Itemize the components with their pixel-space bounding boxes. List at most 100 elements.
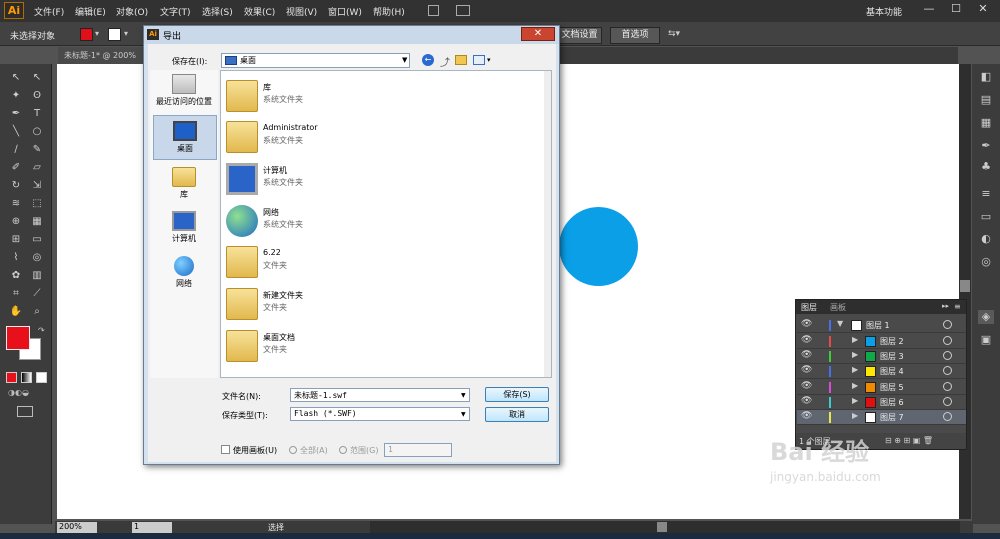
panel-collapse-icon[interactable]: ▸▸ xyxy=(942,302,949,310)
expand-triangle-icon[interactable]: ▼ xyxy=(837,319,843,328)
menu-file[interactable]: 文件(F) xyxy=(34,5,64,18)
symbols-icon[interactable]: ♣ xyxy=(978,160,994,174)
type-tool-icon[interactable]: T xyxy=(29,106,45,121)
artboard-tool-icon[interactable]: ⌗ xyxy=(8,286,24,301)
back-arrow-icon[interactable]: ← xyxy=(422,54,434,66)
stroke-panel-icon[interactable]: ≡ xyxy=(978,187,994,201)
menu-edit[interactable]: 编辑(E) xyxy=(75,5,106,18)
menu-type[interactable]: 文字(T) xyxy=(160,5,191,18)
target-circle-icon[interactable] xyxy=(943,397,952,406)
target-circle-icon[interactable] xyxy=(943,366,952,375)
file-list-scrollbar[interactable] xyxy=(544,71,551,377)
artboards-tab[interactable]: 画板 xyxy=(830,302,846,313)
save-location-select[interactable]: 桌面 xyxy=(221,53,410,68)
layers-panel-icon[interactable]: ◈ xyxy=(978,310,994,324)
screen-mode-icon[interactable] xyxy=(17,406,33,417)
document-setup-button[interactable]: 文档设置 xyxy=(557,27,602,44)
place-desktop[interactable]: 桌面 xyxy=(153,115,217,160)
file-item[interactable]: 桌面文档 文件夹 xyxy=(226,330,526,368)
place-libraries[interactable]: 库 xyxy=(152,167,216,200)
expand-triangle-icon[interactable]: ▶ xyxy=(852,381,858,390)
color-guide-icon[interactable]: ▤ xyxy=(978,93,994,107)
minimize-button[interactable]: — xyxy=(916,1,942,16)
line-tool-icon[interactable]: ╲ xyxy=(8,124,24,139)
perspective-grid-tool-icon[interactable]: ▦ xyxy=(29,214,45,229)
symbol-sprayer-tool-icon[interactable]: ✿ xyxy=(8,268,24,283)
expand-triangle-icon[interactable]: ▶ xyxy=(852,411,858,420)
selection-tool-icon[interactable]: ↖ xyxy=(8,70,24,85)
color-panel-icon[interactable]: ◧ xyxy=(978,70,994,84)
appearance-icon[interactable]: ◎ xyxy=(978,255,994,269)
place-computer[interactable]: 计算机 xyxy=(152,211,216,244)
up-folder-icon[interactable]: ⤴ xyxy=(440,54,450,69)
visibility-eye-icon[interactable]: 👁 xyxy=(801,411,812,421)
brushes-icon[interactable]: ✒ xyxy=(978,139,994,153)
horizontal-scroll-thumb[interactable] xyxy=(657,522,667,532)
magic-wand-tool-icon[interactable]: ✦ xyxy=(8,88,24,103)
blue-circle[interactable] xyxy=(559,207,638,286)
pen-tool-icon[interactable]: ✒ xyxy=(8,106,24,121)
expand-triangle-icon[interactable]: ▶ xyxy=(852,350,858,359)
file-item[interactable]: 网络 系统文件夹 xyxy=(226,205,526,243)
eraser-tool-icon[interactable]: ▱ xyxy=(29,160,45,175)
none-mode-icon[interactable] xyxy=(36,372,47,383)
filename-dropdown-icon[interactable]: ▼ xyxy=(461,392,466,399)
place-network[interactable]: 网络 xyxy=(152,256,216,289)
layers-tab[interactable]: 图层 xyxy=(801,302,817,313)
shape-builder-tool-icon[interactable]: ⊕ xyxy=(8,214,24,229)
target-circle-icon[interactable] xyxy=(943,336,952,345)
layer-row-5[interactable]: 👁 ▶ 图层 5 xyxy=(797,380,966,395)
eyedropper-tool-icon[interactable]: ⌇ xyxy=(8,250,24,265)
draw-modes-icon[interactable]: ◑◐◒ xyxy=(8,388,44,399)
view-menu-icon[interactable] xyxy=(473,55,485,65)
visibility-eye-icon[interactable]: 👁 xyxy=(801,319,812,329)
artboard-number-select[interactable]: 1 xyxy=(132,522,172,533)
view-dropdown-icon[interactable]: ▾ xyxy=(487,56,491,64)
target-circle-icon[interactable] xyxy=(943,320,952,329)
artboards-panel-icon[interactable]: ▣ xyxy=(978,333,994,347)
paintbrush-tool-icon[interactable]: ∕ xyxy=(8,142,24,157)
rotate-tool-icon[interactable]: ↻ xyxy=(8,178,24,193)
file-item[interactable]: 新建文件夹 文件夹 xyxy=(226,288,526,326)
arrange-docs-icon[interactable] xyxy=(456,5,470,16)
visibility-eye-icon[interactable]: 👁 xyxy=(801,365,812,375)
layer-row-1[interactable]: 👁 ▼ 图层 1 xyxy=(797,318,966,333)
warp-tool-icon[interactable]: ≋ xyxy=(8,196,24,211)
layer-row-3[interactable]: 👁 ▶ 图层 3 xyxy=(797,349,966,364)
blob-brush-tool-icon[interactable]: ✐ xyxy=(8,160,24,175)
fill-swatch[interactable] xyxy=(80,28,93,41)
file-item[interactable]: 6.22 文件夹 xyxy=(226,246,526,284)
gradient-tool-icon[interactable]: ▭ xyxy=(29,232,45,247)
visibility-eye-icon[interactable]: 👁 xyxy=(801,381,812,391)
expand-triangle-icon[interactable]: ▶ xyxy=(852,335,858,344)
menu-effect[interactable]: 效果(C) xyxy=(244,5,275,18)
ellipse-tool-icon[interactable]: ○ xyxy=(29,124,45,139)
color-mode-icon[interactable] xyxy=(6,372,17,383)
bridge-icon[interactable] xyxy=(428,5,439,16)
zoom-select[interactable]: 200% xyxy=(57,522,97,533)
file-item[interactable]: Administrator 系统文件夹 xyxy=(226,121,526,159)
all-radio[interactable] xyxy=(289,446,297,454)
menu-object[interactable]: 对象(O) xyxy=(116,5,148,18)
range-input[interactable]: 1 xyxy=(384,443,452,457)
menu-select[interactable]: 选择(S) xyxy=(202,5,233,18)
stroke-swatch[interactable] xyxy=(108,28,121,41)
fill-color-front[interactable] xyxy=(6,326,30,350)
preferences-button[interactable]: 首选项 xyxy=(610,27,660,44)
hand-tool-icon[interactable]: ✋ xyxy=(8,304,24,319)
mesh-tool-icon[interactable]: ⊞ xyxy=(8,232,24,247)
zoom-tool-icon[interactable]: ⌕ xyxy=(29,304,45,319)
menu-help[interactable]: 帮助(H) xyxy=(373,5,405,18)
transparency-icon[interactable]: ◐ xyxy=(978,232,994,246)
file-item[interactable]: 计算机 系统文件夹 xyxy=(226,163,526,201)
layer-row-6[interactable]: 👁 ▶ 图层 6 xyxy=(797,395,966,410)
filetype-dropdown-icon[interactable]: ▼ xyxy=(461,411,466,418)
dropdown-arrow-icon[interactable]: ▼ xyxy=(402,56,407,64)
visibility-eye-icon[interactable]: 👁 xyxy=(801,350,812,360)
align-options-icon[interactable]: ⇆▾ xyxy=(668,29,680,39)
pencil-tool-icon[interactable]: ✎ xyxy=(29,142,45,157)
scale-tool-icon[interactable]: ⇲ xyxy=(29,178,45,193)
stroke-dropdown-icon[interactable]: ▾ xyxy=(124,29,128,38)
fill-dropdown-icon[interactable]: ▾ xyxy=(95,29,99,38)
range-radio[interactable] xyxy=(339,446,347,454)
